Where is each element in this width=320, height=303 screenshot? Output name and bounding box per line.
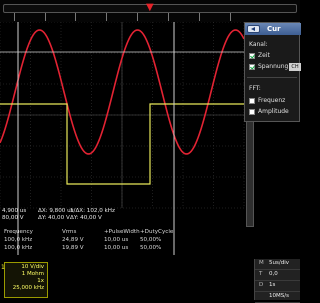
meas-ch2-frequency: 100,0 kHz: [4, 245, 33, 251]
meas-header-pulse-width: +PulseWidth: [104, 229, 140, 235]
channel-probe-factor: 1x: [37, 278, 44, 284]
meas-header-duty-cycle: +DutyCycle: [140, 229, 174, 235]
trigger-position-marker[interactable]: ▼: [146, 3, 154, 13]
cursor-delta-y: ΔY: 40,00 V: [38, 215, 70, 221]
channel-settings-box[interactable]: 1 10 V/div 1 Mohm 1x 25,000 kHz: [1, 262, 48, 298]
channel-bandwidth: 25,000 kHz: [12, 285, 44, 291]
overview-tick: [45, 13, 46, 21]
channel-number: 1: [1, 264, 5, 271]
cursor-v1: 80,00 V: [2, 215, 24, 221]
overview-tick: [199, 13, 200, 21]
timebase-row: T 0,0: [255, 270, 300, 281]
timebase-key-m: M: [259, 260, 264, 266]
meas-header-vrms: Vrms: [62, 229, 77, 235]
timebase-key-t: T: [259, 271, 263, 277]
timebase-value-d: 1s: [269, 282, 276, 288]
cursor-delta-x: ΔX: 9,800 us: [38, 208, 74, 214]
meas-header-frequency: Frequency: [4, 229, 33, 235]
panel-header: Cur: [245, 23, 301, 35]
meas-ch1-frequency: 100,0 kHz: [4, 237, 33, 243]
overview-tick: [230, 13, 231, 21]
timebase-row: D 1s: [255, 281, 300, 292]
overview-tick: [75, 13, 76, 21]
kanal-label: Kanal:: [249, 41, 268, 48]
meas-ch1-duty-cycle: 50,00%: [140, 237, 162, 243]
record-overview-bar[interactable]: ▼: [0, 0, 300, 22]
overview-tick: [168, 13, 169, 21]
fft-label: FFT:: [249, 85, 261, 92]
oscilloscope-screen: ▼ Cur Kanal: Zeit Spannung CH FFT: Frequ…: [0, 0, 301, 303]
overview-tick: [106, 13, 107, 21]
amplitude-checkbox[interactable]: [249, 109, 255, 115]
graticule-grid: [0, 22, 245, 209]
cursor-settings-panel: Cur Kanal: Zeit Spannung CH FFT: Frequen…: [244, 22, 301, 122]
timebase-key-d: D: [259, 282, 264, 288]
timebase-panel[interactable]: M 5us/div T 0,0 D 1s 10MS/s: [254, 259, 300, 303]
timebase-row: 10MS/s: [255, 292, 300, 303]
amplitude-label: Amplitude: [258, 108, 289, 115]
channel-impedance: 1 Mohm: [21, 271, 44, 277]
cursor-delta-y-2: ΔY: 40,00 V: [70, 215, 102, 221]
meas-ch2-duty-cycle: 50,00%: [140, 245, 162, 251]
timebase-row: M 5us/div: [255, 259, 300, 270]
cursor-t1: 4,900 us: [2, 208, 27, 214]
spannung-label: Spannung: [258, 63, 289, 70]
meas-ch1-vrms: 24,89 V: [62, 237, 84, 243]
meas-ch2-vrms: 19,89 V: [62, 245, 84, 251]
channel-volts-per-div: 10 V/div: [21, 264, 44, 270]
meas-ch1-pulse-width: 10,00 us: [104, 237, 129, 243]
panel-back-button[interactable]: [247, 25, 260, 33]
meas-ch2-pulse-width: 10,00 us: [104, 245, 129, 251]
overview-tick: [14, 13, 15, 21]
cursor-inverse-delta-x: 1/ΔX: 102,0 kHz: [70, 208, 115, 214]
spannung-checkbox[interactable]: [249, 64, 255, 70]
timebase-value-m: 5us/div: [269, 260, 289, 266]
spannung-channel-select[interactable]: CH: [289, 63, 301, 71]
frequenz-checkbox[interactable]: [249, 98, 255, 104]
overview-tick: [137, 13, 138, 21]
panel-title: Cur: [267, 25, 281, 33]
zeit-label: Zeit: [258, 52, 270, 59]
measurement-area: 4,900 us 80,00 V ΔX: 9,800 us ΔY: 40,00 …: [0, 208, 262, 258]
panel-divider: [247, 77, 297, 78]
frequenz-label: Frequenz: [258, 97, 286, 104]
timebase-value-t: 0,0: [269, 271, 278, 277]
zeit-checkbox[interactable]: [249, 53, 255, 59]
